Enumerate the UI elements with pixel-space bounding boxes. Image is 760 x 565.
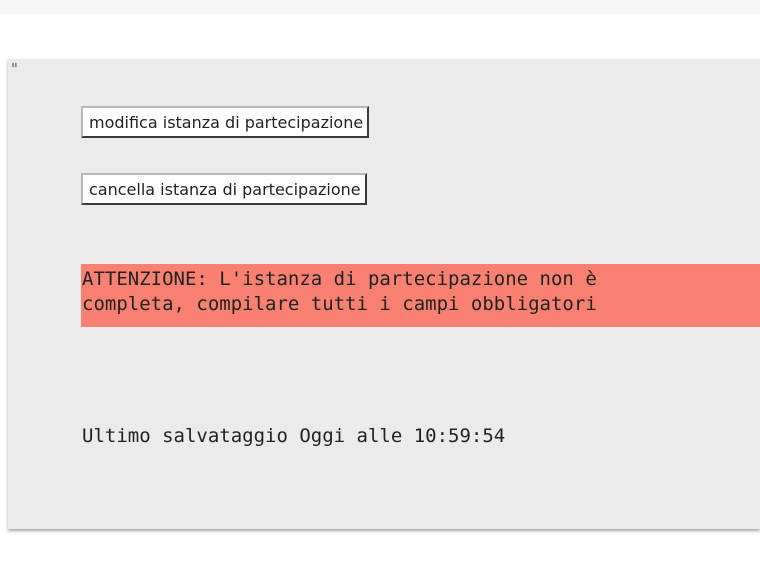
- last-save-status: Ultimo salvataggio Oggi alle 10:59:54: [82, 425, 506, 447]
- quote-mark: ": [11, 60, 18, 78]
- top-strip: [0, 0, 760, 14]
- cancella-istanza-button[interactable]: cancella istanza di partecipazione: [81, 173, 367, 205]
- incomplete-warning-alert: ATTENZIONE: L'istanza di partecipazione …: [81, 264, 760, 327]
- alert-line-1: ATTENZIONE: L'istanza di partecipazione …: [82, 268, 597, 290]
- modifica-istanza-button[interactable]: modifica istanza di partecipazione: [81, 106, 370, 138]
- participation-panel: " modifica istanza di partecipazione can…: [8, 59, 760, 529]
- alert-line-2: completa, compilare tutti i campi obblig…: [82, 293, 597, 315]
